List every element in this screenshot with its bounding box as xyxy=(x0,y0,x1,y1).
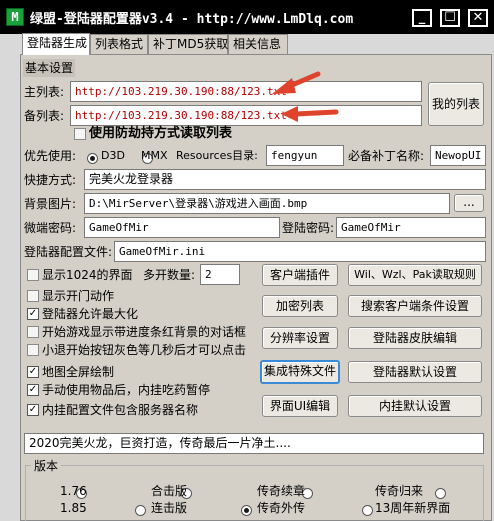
minimize-button[interactable]: _ xyxy=(412,9,432,27)
version-label-176: 1.76 xyxy=(60,484,87,498)
option-checkbox-1024[interactable] xyxy=(27,269,39,281)
resources-dir-label: Resources目录: xyxy=(176,149,258,162)
window-title: 绿盟-登陆器配置器v3.4 - http://www.LmDlq.com xyxy=(30,12,354,27)
option-label-fullscreen-map: 地图全屏绘制 xyxy=(42,365,115,379)
d3d-label: D3D xyxy=(101,149,125,162)
patch-name-input[interactable]: NewopUI xyxy=(430,145,486,166)
tab-related-info[interactable]: 相关信息 xyxy=(228,34,288,54)
option-checkbox-pause-potion[interactable]: ✓ xyxy=(27,384,39,396)
close-button[interactable]: ✕ xyxy=(468,9,488,27)
option-checkbox-fullscreen-map[interactable]: ✓ xyxy=(27,366,39,378)
main-list-input[interactable]: http://103.219.30.190:88/123.txt xyxy=(70,81,422,102)
version-group-label: 版本 xyxy=(31,457,62,475)
anti-hijack-label: 使用防劫持方式读取列表 xyxy=(89,126,233,141)
app-icon: M xyxy=(6,8,24,26)
shortcut-input[interactable]: 完美火龙登录器 xyxy=(84,169,486,190)
basic-settings-header: 基本设置 xyxy=(23,59,75,77)
bg-image-label: 背景图片: xyxy=(24,197,77,211)
read-rules-button[interactable]: Wil、Wzl、Pak读取规则 xyxy=(348,264,482,286)
micro-password-label: 微端密码: xyxy=(24,221,77,235)
version-label-heji: 合击版 xyxy=(151,484,188,498)
backup-list-label: 备列表: xyxy=(24,109,65,123)
version-radio-185[interactable] xyxy=(134,505,146,516)
mmx-label: MMX xyxy=(141,149,168,162)
tab-launcher-generate[interactable]: 登陆器生成 xyxy=(22,33,90,55)
priority-label: 优先使用: xyxy=(24,149,77,163)
version-label-lianji: 连击版 xyxy=(151,501,188,515)
skin-editor-button[interactable]: 登陆器皮肤编辑 xyxy=(348,327,482,349)
main-list-label: 主列表: xyxy=(24,85,65,99)
option-checkbox-door[interactable] xyxy=(27,290,39,302)
d3d-radio[interactable] xyxy=(87,153,98,164)
multi-open-label: 多开数量: xyxy=(143,268,196,282)
anti-hijack-checkbox[interactable] xyxy=(74,128,86,140)
login-password-label: 登陆密码: xyxy=(282,221,335,235)
encrypt-list-button[interactable]: 加密列表 xyxy=(262,295,338,317)
version-label-13th: 13周年新界面 xyxy=(375,501,451,515)
client-plugin-button[interactable]: 客户端插件 xyxy=(262,264,338,286)
option-label-logout-delay: 小退开始按钮灰色等几秒后才可以点击 xyxy=(42,343,247,357)
option-label-maximize: 登陆器允许最大化 xyxy=(42,307,139,321)
resources-dir-input[interactable]: fengyun xyxy=(266,145,344,166)
ui-editor-button[interactable]: 界面UI编辑 xyxy=(262,395,338,417)
config-file-label: 登陆器配置文件: xyxy=(24,245,113,259)
client-search-button[interactable]: 搜索客户端条件设置 xyxy=(348,295,482,317)
patch-name-label: 必备补丁名称: xyxy=(348,149,425,163)
notice-input[interactable]: 2020完美火龙，巨资打造，传奇最后一片净土.... xyxy=(24,433,484,454)
browse-button[interactable]: ... xyxy=(454,194,484,212)
backup-list-input[interactable]: http://103.219.30.190:88/123.txt xyxy=(70,105,422,126)
resolution-button[interactable]: 分辨率设置 xyxy=(262,327,338,349)
launcher-defaults-button[interactable]: 登陆器默认设置 xyxy=(348,361,482,383)
tab-list-format[interactable]: 列表格式 xyxy=(90,34,148,54)
option-label-door: 显示开门动作 xyxy=(42,289,115,303)
login-password-input[interactable]: GameOfMir xyxy=(336,217,486,238)
version-label-waizhuan: 传奇外传 xyxy=(257,501,306,515)
bg-image-input[interactable]: D:\MirServer\登录器\游戏进入画面.bmp xyxy=(84,193,450,214)
option-checkbox-server-name[interactable]: ✓ xyxy=(27,404,39,416)
option-label-progress: 开始游戏显示带进度条红背景的对话框 xyxy=(42,325,247,339)
my-list-button[interactable]: 我的列表 xyxy=(428,82,484,126)
version-radio-waizhuan[interactable] xyxy=(361,505,373,516)
tab-patch-md5[interactable]: 补丁MD5获取 xyxy=(148,34,228,54)
option-checkbox-progress[interactable] xyxy=(27,326,39,338)
version-radio-lianji[interactable] xyxy=(240,505,252,516)
multi-open-input[interactable]: 2 xyxy=(200,264,240,285)
version-label-guilai: 传奇归来 xyxy=(375,484,424,498)
option-label-1024: 显示1024的界面 xyxy=(42,268,133,282)
plugin-defaults-button[interactable]: 内挂默认设置 xyxy=(348,395,482,417)
maximize-button[interactable]: ☐ xyxy=(440,9,460,27)
option-checkbox-logout-delay[interactable] xyxy=(27,344,39,356)
option-label-pause-potion: 手动使用物品后，内挂吃药暂停 xyxy=(42,383,211,397)
version-label-185: 1.85 xyxy=(60,501,87,515)
integrate-files-button[interactable]: 集成特殊文件 xyxy=(260,360,340,384)
option-checkbox-maximize[interactable]: ✓ xyxy=(27,308,39,320)
shortcut-label: 快捷方式: xyxy=(24,173,77,187)
config-file-input[interactable]: GameOfMir.ini xyxy=(114,241,486,262)
micro-password-input[interactable]: GameOfMir xyxy=(84,217,280,238)
version-label-xuzhang: 传奇续章 xyxy=(257,484,306,498)
option-label-server-name: 内挂配置文件包含服务器名称 xyxy=(42,403,199,417)
